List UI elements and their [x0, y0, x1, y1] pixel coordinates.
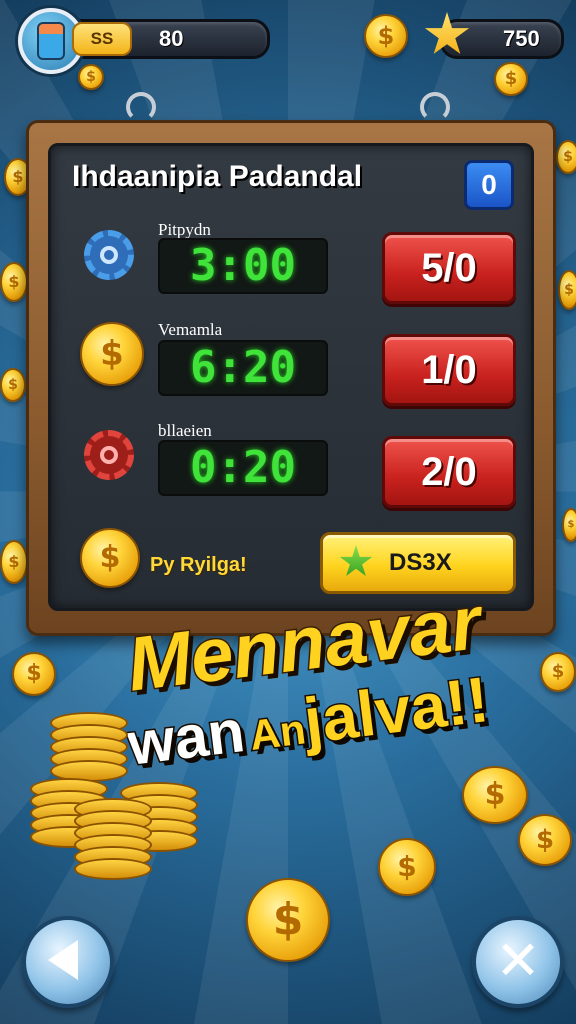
close-button[interactable]: ✕ [472, 916, 564, 1008]
coin-stack [30, 712, 200, 882]
hanger-hook [126, 92, 156, 122]
timer-display: 3:00 [158, 238, 328, 294]
floating-coin-icon: $ [558, 270, 576, 310]
board-title: Ihdaanipia Padandal [72, 160, 363, 193]
level-badge: SS [72, 22, 132, 56]
floating-coin-icon: $ [540, 652, 576, 692]
back-button[interactable] [22, 916, 114, 1008]
row-label: Vemamla [158, 320, 223, 339]
claim-button[interactable]: 5/0 [382, 232, 516, 304]
jar-icon [37, 22, 65, 60]
floating-coin-icon: $ [0, 540, 28, 584]
timer-display: 0:20 [158, 440, 328, 496]
claim-button[interactable]: 2/0 [382, 436, 516, 508]
floating-coin-icon: $ [462, 766, 528, 824]
headline-word-2: An [245, 704, 309, 760]
hanger-hook [420, 92, 450, 122]
floating-coin-icon: $ [556, 140, 576, 174]
row-label: bllaeien [158, 421, 212, 440]
floating-coin-icon: $ [494, 62, 528, 96]
floating-coin-icon: $ [0, 262, 28, 302]
coin-machine-icon: $ [80, 528, 140, 588]
red-gear-icon [84, 430, 134, 480]
green-star-icon [339, 545, 373, 576]
coins-value: 80 [159, 26, 184, 51]
floating-coin-icon: $ [518, 814, 572, 866]
stars-value: 750 [503, 26, 540, 51]
close-icon: ✕ [495, 929, 541, 992]
gold-coin-pedestal-icon: $ [80, 322, 144, 386]
floating-coin-icon: $ [562, 508, 576, 542]
count-badge: 0 [464, 160, 514, 210]
promo-text: Py Ryilga! [150, 554, 247, 576]
action-button[interactable]: DS3X [320, 532, 516, 594]
floating-coin-icon: $ [246, 878, 330, 962]
back-arrow-icon [48, 940, 78, 980]
floating-coin-icon: $ [378, 838, 436, 896]
timer-display: 6:20 [158, 340, 328, 396]
claim-button[interactable]: 1/0 [382, 334, 516, 406]
floating-coin-icon: $ [0, 368, 26, 402]
row-label: Pitpydn [158, 220, 211, 239]
stars-bar: 750 [440, 19, 564, 59]
floating-coin-icon: $ [12, 652, 56, 696]
blue-gear-icon [84, 230, 134, 280]
coin-icon: $ [364, 14, 408, 58]
floating-coin-icon: $ [78, 64, 104, 90]
